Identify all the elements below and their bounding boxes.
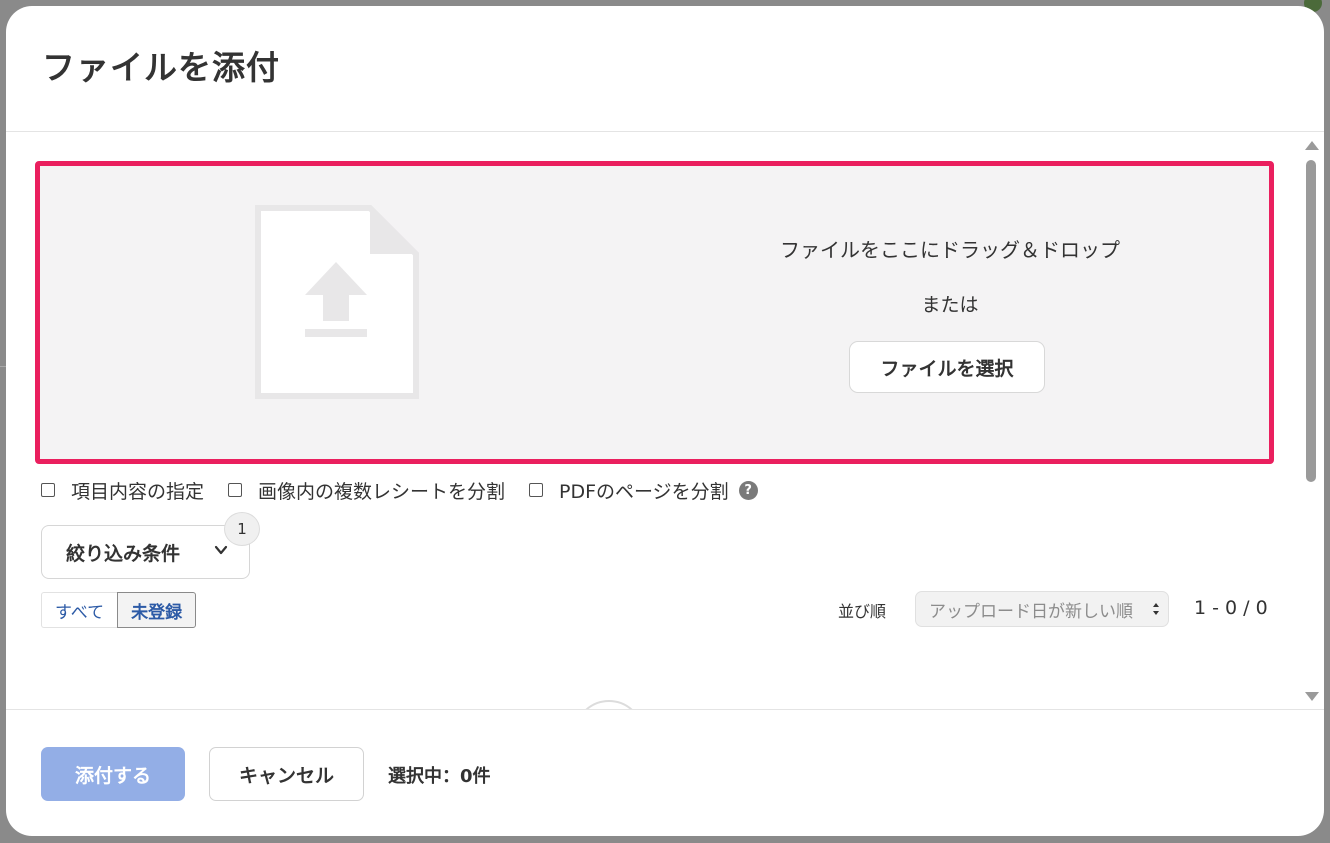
sort-label: 並び順: [838, 602, 887, 621]
chevron-down-icon: [214, 545, 228, 555]
tab-all[interactable]: すべて: [41, 592, 118, 628]
sort-selected-value: アップロード日が新しい順: [929, 601, 1133, 622]
option-specify-fields[interactable]: 項目内容の指定: [41, 477, 204, 504]
filter-conditions-button[interactable]: 絞り込み条件: [41, 525, 250, 579]
scroll-thumb[interactable]: [1306, 160, 1316, 482]
modal-scrollbar[interactable]: [1300, 133, 1324, 709]
split-receipts-checkbox[interactable]: [228, 483, 243, 497]
select-caret-icon: [1153, 603, 1159, 615]
option-split-receipts[interactable]: 画像内の複数レシートを分割: [228, 477, 505, 504]
option-label: 項目内容の指定: [71, 480, 205, 503]
tab-unregistered[interactable]: 未登録: [117, 592, 197, 628]
filter-label: 絞り込み条件: [66, 542, 181, 565]
selection-status: 選択中：0件: [388, 766, 491, 787]
split-pdf-pages-checkbox[interactable]: [529, 483, 544, 497]
scroll-up-icon[interactable]: [1305, 141, 1319, 150]
option-label: 画像内の複数レシートを分割: [258, 480, 506, 503]
scroll-down-icon[interactable]: [1305, 692, 1319, 701]
modal-title: ファイルを添付: [42, 48, 280, 87]
file-dropzone[interactable]: ファイルをここにドラッグ＆ドロップ または ファイルを選択: [35, 161, 1274, 464]
option-label: PDFのページを分割: [559, 480, 729, 503]
cancel-button[interactable]: キャンセル: [209, 747, 364, 801]
modal-header: ファイルを添付: [6, 6, 1324, 132]
modal-footer: 添付する キャンセル 選択中：0件: [6, 709, 1324, 836]
dropzone-or-text: または: [921, 294, 979, 316]
sort-order-select[interactable]: アップロード日が新しい順: [915, 591, 1169, 627]
attach-file-modal: ファイルを添付 ファイルをここにドラッグ＆ドロップ または ファイルを選択 項目…: [6, 6, 1324, 836]
status-tabs: すべて 未登録: [41, 592, 197, 628]
help-icon[interactable]: ?: [738, 480, 758, 500]
specify-fields-checkbox[interactable]: [41, 483, 55, 497]
loading-spinner: [574, 700, 644, 709]
file-upload-icon: [255, 205, 419, 399]
filter-count-badge: 1: [224, 512, 260, 546]
select-file-button[interactable]: ファイルを選択: [849, 341, 1045, 393]
upload-options: 項目内容の指定 画像内の複数レシートを分割 PDFのページを分割 ?: [41, 476, 758, 504]
modal-body: ファイルをここにドラッグ＆ドロップ または ファイルを選択 項目内容の指定 画像…: [6, 133, 1324, 709]
pagination-count: 1 - 0 / 0: [1194, 597, 1268, 619]
dropzone-drag-text: ファイルをここにドラッグ＆ドロップ: [780, 238, 1120, 262]
attach-button[interactable]: 添付する: [41, 747, 185, 801]
option-split-pdf-pages[interactable]: PDFのページを分割: [529, 477, 729, 504]
